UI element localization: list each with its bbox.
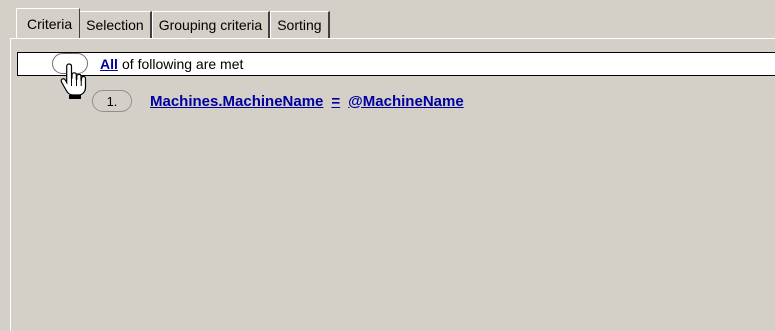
tab-strip: Criteria Selection Grouping criteria Sor… — [16, 8, 330, 38]
condition-field-link[interactable]: Machines.MachineName — [150, 93, 323, 110]
condition-number-bubble[interactable]: 1. — [92, 90, 132, 112]
condition-value-link[interactable]: @MachineName — [348, 93, 464, 110]
tab-grouping-criteria[interactable]: Grouping criteria — [151, 11, 271, 38]
tab-criteria[interactable]: Criteria — [16, 8, 81, 38]
quantifier-link[interactable]: All — [100, 56, 118, 72]
tab-selection[interactable]: Selection — [79, 11, 152, 38]
query-builder-window: Criteria Selection Grouping criteria Sor… — [0, 0, 775, 331]
root-group-bubble[interactable] — [52, 53, 88, 74]
condition-row: 1. Machines.MachineName = @MachineName — [92, 89, 464, 113]
root-criteria-row: All of following are met — [17, 52, 775, 76]
criteria-panel — [10, 38, 775, 331]
tab-sorting[interactable]: Sorting — [270, 11, 330, 38]
condition-operator-link[interactable]: = — [331, 93, 340, 110]
root-criteria-text: of following are met — [122, 56, 244, 72]
